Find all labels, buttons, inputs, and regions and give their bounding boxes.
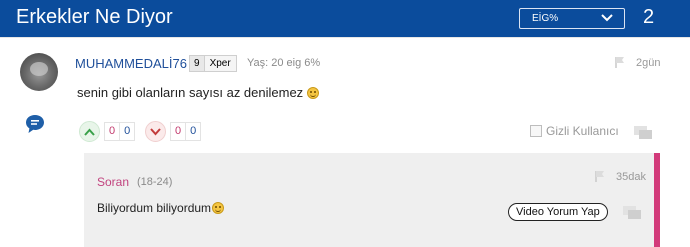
chevron-down-icon [601, 14, 613, 22]
upvote-counts: 0 0 [104, 122, 136, 141]
upvote-button[interactable] [79, 121, 100, 142]
section-title: Erkekler Ne Diyor [16, 6, 173, 28]
chevron-up-icon [84, 128, 95, 136]
smiley-icon [307, 87, 320, 99]
reply-card: Soran (18-24) 35dak Biliyordum biliyordu… [84, 153, 660, 247]
sort-dropdown-value: EİG% [532, 13, 559, 24]
downvote-group: 0 0 [145, 121, 202, 142]
comment-text: senin gibi olanların sayısı az denilemez [77, 85, 320, 100]
speech-bubble-icon [26, 115, 44, 133]
smiley-icon [212, 202, 225, 214]
answer-count: 2 [643, 6, 655, 28]
reply-text: Biliyordum biliyordum [97, 201, 225, 215]
upvote-count-male: 0 [119, 123, 134, 140]
flag-icon[interactable] [614, 56, 626, 68]
flag-icon[interactable] [594, 170, 606, 182]
anonymous-label: Gizli Kullanıcı [546, 124, 619, 138]
reply-username[interactable]: Soran [97, 175, 129, 189]
comment-card: MUHAMMEDALİ76 9 Xper Yaş: 20 eig 6% 2gün… [0, 37, 690, 247]
level-label: Xper [209, 58, 231, 69]
downvote-count-male: 0 [185, 123, 200, 140]
level-badge: 9 Xper [189, 55, 237, 72]
reply-icon[interactable] [622, 204, 642, 220]
comment-time: 2gün [636, 57, 661, 69]
comment-text-content: senin gibi olanların sayısı az denilemez [77, 85, 304, 100]
upvote-group: 0 0 [79, 121, 136, 142]
reply-age: (18-24) [137, 176, 173, 188]
upvote-count-female: 0 [109, 125, 116, 137]
downvote-count-female: 0 [175, 125, 182, 137]
downvote-button[interactable] [145, 121, 166, 142]
reply-time: 35dak [616, 171, 646, 183]
video-comment-button[interactable]: Video Yorum Yap [508, 203, 608, 221]
anonymous-checkbox[interactable]: Gizli Kullanıcı [530, 124, 619, 138]
avatar[interactable] [20, 53, 58, 91]
checkbox-box[interactable] [530, 125, 542, 137]
sort-dropdown[interactable]: EİG% [519, 8, 625, 29]
section-header: Erkekler Ne Diyor EİG% 2 [0, 0, 690, 37]
user-meta: Yaş: 20 eig 6% [247, 57, 321, 69]
chevron-down-icon [150, 127, 161, 135]
comment-username[interactable]: MUHAMMEDALİ76 [75, 56, 187, 71]
reply-icon[interactable] [633, 124, 653, 140]
level-number: 9 [190, 56, 205, 71]
reply-text-content: Biliyordum biliyordum [97, 201, 212, 215]
downvote-counts: 0 0 [170, 122, 202, 141]
